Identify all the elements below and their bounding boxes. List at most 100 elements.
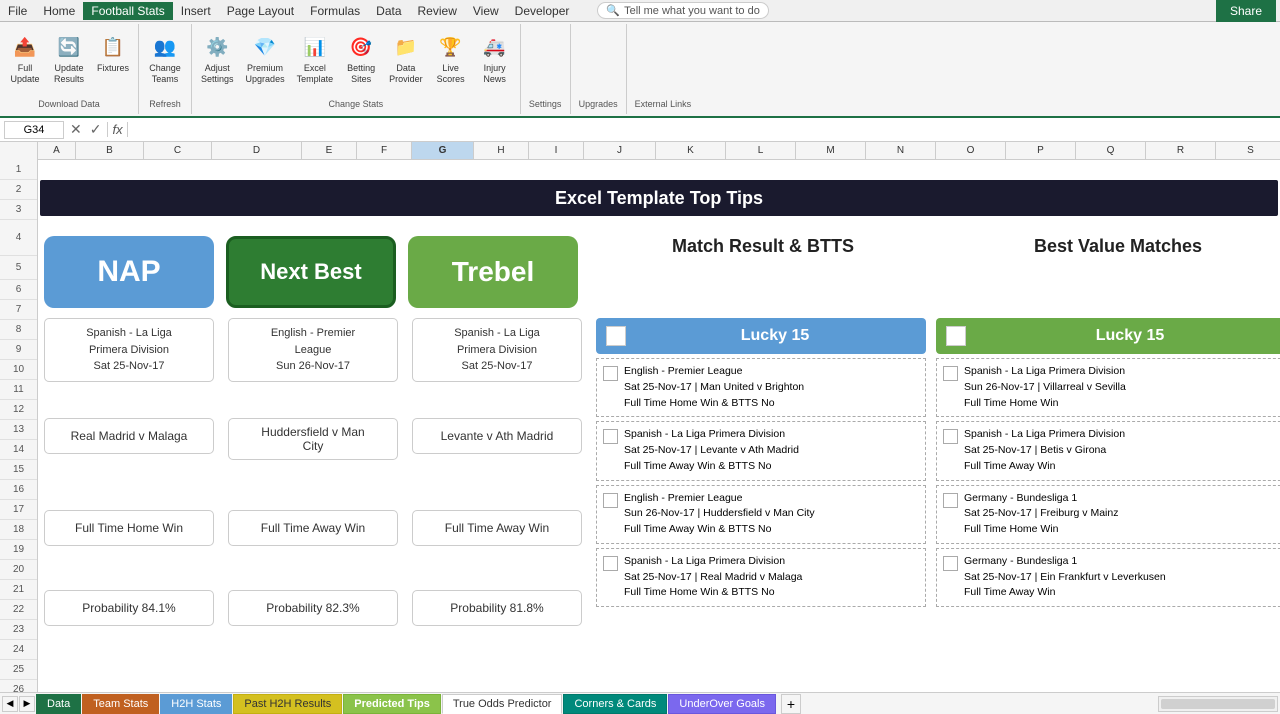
row-1: 1: [0, 160, 37, 180]
col-header-S[interactable]: S: [1216, 142, 1280, 159]
row-8: 8: [0, 320, 37, 340]
col-header-B[interactable]: B: [76, 142, 144, 159]
menu-football-stats[interactable]: Football Stats: [83, 2, 172, 20]
update-results-button[interactable]: 🔄 UpdateResults: [48, 28, 90, 88]
lucky15-blue-match-1: English - Premier League Sat 25-Nov-17 |…: [596, 358, 926, 417]
live-scores-button[interactable]: 🏆 LiveScores: [430, 28, 472, 88]
col-header-Q[interactable]: Q: [1076, 142, 1146, 159]
trebel-label: Trebel: [452, 256, 534, 288]
g-match-3-text: Germany - Bundesliga 1 Sat 25-Nov-17 | F…: [964, 491, 1118, 538]
injury-news-button[interactable]: 🚑 InjuryNews: [474, 28, 516, 88]
g-match-4-checkbox[interactable]: [943, 556, 958, 571]
tab-past-h2h[interactable]: Past H2H Results: [233, 694, 342, 714]
corners-cards-label: Corners & Cards: [574, 698, 656, 710]
col-header-O[interactable]: O: [936, 142, 1006, 159]
injury-news-label: InjuryNews: [483, 63, 506, 85]
g-match-1-checkbox[interactable]: [943, 366, 958, 381]
g-match-3-checkbox[interactable]: [943, 493, 958, 508]
match-2-checkbox[interactable]: [603, 429, 618, 444]
trebel-prob-box: Probability 81.8%: [412, 590, 582, 626]
tell-me-box[interactable]: 🔍 Tell me what you want to do: [597, 2, 768, 19]
tab-corners-cards[interactable]: Corners & Cards: [563, 694, 667, 714]
menu-formulas[interactable]: Formulas: [302, 2, 368, 20]
data-provider-button[interactable]: 📁 DataProvider: [384, 28, 428, 88]
nap-team-box: Real Madrid v Malaga: [44, 418, 214, 454]
lucky15-blue-check: [606, 326, 626, 346]
col-header-A[interactable]: A: [38, 142, 76, 159]
change-teams-button[interactable]: 👥 ChangeTeams: [143, 28, 187, 88]
tab-predicted-tips[interactable]: Predicted Tips: [343, 694, 441, 714]
share-button[interactable]: Share: [1216, 0, 1276, 22]
lucky15-green-match-2: Spanish - La Liga Primera Division Sat 2…: [936, 421, 1280, 480]
menu-review[interactable]: Review: [410, 2, 465, 20]
tab-underover-goals[interactable]: UnderOver Goals: [668, 694, 776, 714]
menu-file[interactable]: File: [0, 2, 35, 20]
col-header-P[interactable]: P: [1006, 142, 1076, 159]
formula-confirm-icon: ✓: [88, 121, 104, 138]
col-header-M[interactable]: M: [796, 142, 866, 159]
lucky15-green-label: Lucky 15: [974, 327, 1280, 345]
row-26: 26: [0, 680, 37, 692]
nap-result-box: Full Time Home Win: [44, 510, 214, 546]
col-header-N[interactable]: N: [866, 142, 936, 159]
col-header-C[interactable]: C: [144, 142, 212, 159]
col-header-J[interactable]: J: [584, 142, 656, 159]
data-provider-icon: 📁: [390, 31, 422, 63]
col-header-E[interactable]: E: [302, 142, 357, 159]
best-value-header: Best Value Matches: [1034, 236, 1202, 256]
excel-template-button[interactable]: 📊 ExcelTemplate: [292, 28, 339, 88]
row-5: 5: [0, 256, 37, 280]
menu-home[interactable]: Home: [35, 2, 83, 20]
col-header-L[interactable]: L: [726, 142, 796, 159]
live-scores-icon: 🏆: [435, 31, 467, 63]
match-4-checkbox[interactable]: [603, 556, 618, 571]
lucky15-green-match-4: Germany - Bundesliga 1 Sat 25-Nov-17 | E…: [936, 548, 1280, 607]
next-best-label: Next Best: [260, 259, 361, 285]
row-10: 10: [0, 360, 37, 380]
row-22: 22: [0, 600, 37, 620]
col-header-R[interactable]: R: [1146, 142, 1216, 159]
nap-card: NAP: [44, 236, 214, 308]
tab-true-odds[interactable]: True Odds Predictor: [442, 694, 563, 714]
row-20: 20: [0, 560, 37, 580]
menu-data[interactable]: Data: [368, 2, 409, 20]
tab-scroll-left[interactable]: ◀: [2, 696, 18, 712]
g-match-2-checkbox[interactable]: [943, 429, 958, 444]
premium-upgrades-button[interactable]: 💎 PremiumUpgrades: [241, 28, 290, 88]
tab-scroll-right[interactable]: ▶: [19, 696, 35, 712]
menu-view[interactable]: View: [465, 2, 507, 20]
cell-reference[interactable]: [4, 121, 64, 139]
update-results-label: UpdateResults: [54, 63, 84, 85]
menu-insert[interactable]: Insert: [173, 2, 219, 20]
col-header-F[interactable]: F: [357, 142, 412, 159]
tab-team-stats[interactable]: Team Stats: [82, 694, 159, 714]
formula-input[interactable]: [134, 123, 1276, 137]
col-header-K[interactable]: K: [656, 142, 726, 159]
tab-h2h-stats[interactable]: H2H Stats: [160, 694, 232, 714]
trebel-team-box: Levante v Ath Madrid: [412, 418, 582, 454]
row-9: 9: [0, 340, 37, 360]
tab-data[interactable]: Data: [36, 694, 81, 714]
menu-developer[interactable]: Developer: [507, 2, 578, 20]
adjust-settings-button[interactable]: ⚙️ AdjustSettings: [196, 28, 239, 88]
col-header-D[interactable]: D: [212, 142, 302, 159]
row-25: 25: [0, 660, 37, 680]
lucky15-green-match-3: Germany - Bundesliga 1 Sat 25-Nov-17 | F…: [936, 485, 1280, 544]
row-21: 21: [0, 580, 37, 600]
fixtures-button[interactable]: 📋 Fixtures: [92, 28, 134, 77]
col-header-H[interactable]: H: [474, 142, 529, 159]
col-header-I[interactable]: I: [529, 142, 584, 159]
col-header-G[interactable]: G: [412, 142, 474, 159]
betting-sites-button[interactable]: 🎯 BettingSites: [340, 28, 382, 88]
menu-page-layout[interactable]: Page Layout: [219, 2, 302, 20]
app: File Home Football Stats Insert Page Lay…: [0, 0, 1280, 714]
full-update-button[interactable]: 📤 FullUpdate: [4, 28, 46, 88]
row-12: 12: [0, 400, 37, 420]
betting-sites-label: BettingSites: [347, 63, 375, 85]
match-3-checkbox[interactable]: [603, 493, 618, 508]
lucky15-green-check: [946, 326, 966, 346]
add-sheet-button[interactable]: +: [781, 694, 801, 714]
row-6: 6: [0, 280, 37, 300]
match-2-text: Spanish - La Liga Primera Division Sat 2…: [624, 427, 799, 474]
match-1-checkbox[interactable]: [603, 366, 618, 381]
